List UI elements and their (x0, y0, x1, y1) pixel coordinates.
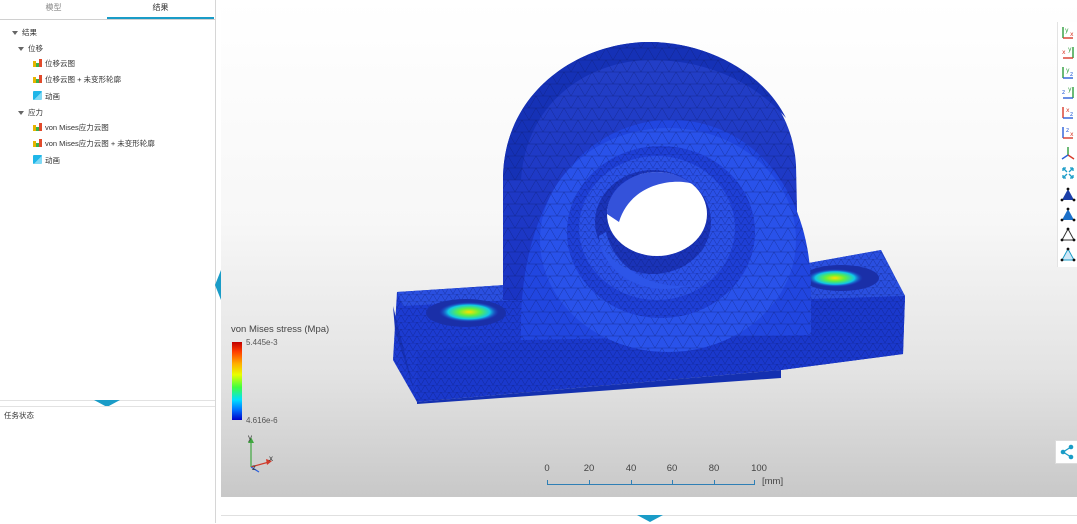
collapse-handle[interactable] (94, 400, 120, 409)
svg-text:y: y (1065, 27, 1069, 34)
tree-item-label: 动画 (45, 156, 60, 165)
tree-item-displacement-contour[interactable]: 位移云图 (33, 57, 75, 71)
axis-label-x: x (269, 454, 273, 463)
svg-text:y: y (1068, 46, 1072, 53)
scale-tick (547, 480, 548, 485)
left-panel: 模型 结果 结果 位移 位移云图 位移云图 + 未变形轮廓 动画 应力 von … (0, 0, 216, 523)
tab-model[interactable]: 模型 (0, 0, 107, 17)
scale-tick (631, 480, 632, 485)
contour-plot-icon (33, 138, 42, 147)
scale-label: 20 (583, 463, 595, 474)
tree-item-label: von Mises应力云图 (45, 123, 109, 132)
svg-text:x: x (1070, 131, 1074, 138)
task-status-title: 任务状态 (4, 411, 34, 420)
view-front-icon: yx (1062, 27, 1074, 39)
tree-item-displacement-animation[interactable]: 动画 (33, 90, 60, 104)
scale-tick (714, 480, 715, 485)
scale-label: 80 (708, 463, 720, 474)
contour-plot-icon (33, 58, 42, 67)
chevron-down-icon[interactable] (18, 47, 24, 52)
svg-text:z: z (1066, 127, 1069, 134)
display-mesh-button[interactable] (1059, 246, 1077, 264)
scale-tick (754, 480, 755, 485)
share-icon (1060, 444, 1074, 460)
svg-text:x: x (1062, 49, 1066, 56)
svg-text:z: z (1070, 111, 1073, 118)
view-left-icon: xz (1062, 107, 1073, 119)
bearing-boss (540, 128, 796, 352)
bottom-panel-bar (221, 497, 1077, 523)
display-shaded-edges-icon (1060, 207, 1076, 222)
tree-node-label: 位移 (28, 44, 43, 53)
scale-label: 60 (666, 463, 678, 474)
chevron-down-icon[interactable] (12, 31, 18, 36)
legend-title: von Mises stress (Mpa) (231, 324, 330, 335)
scale-label: 100 (751, 463, 767, 474)
3d-viewport[interactable]: von Mises stress (Mpa) 5.445e-3 4.616e-6… (221, 0, 1077, 497)
tree-item-stress-contour[interactable]: von Mises应力云图 (33, 121, 109, 135)
chevron-down-icon[interactable] (18, 111, 24, 116)
fit-view-icon (1062, 167, 1074, 179)
svg-text:y: y (1068, 86, 1072, 93)
display-mesh-icon (1060, 247, 1076, 262)
axis-label-z: z (252, 463, 256, 472)
svg-text:x: x (1070, 31, 1074, 38)
view-top-icon: yz (1062, 67, 1073, 79)
tree-node-displacement[interactable]: 位移 (18, 42, 43, 56)
scale-tick (589, 480, 590, 485)
tree-item-label: 位移云图 + 未变形轮廓 (45, 75, 122, 84)
view-toolbar: yx xy yz zy xz zx (1057, 22, 1077, 267)
view-right-button[interactable]: zx (1059, 124, 1077, 142)
tree-node-results[interactable]: 结果 (12, 26, 37, 40)
view-right-icon: zx (1062, 127, 1074, 139)
display-shaded-edges-button[interactable] (1059, 206, 1077, 224)
scale-line (547, 484, 754, 485)
display-shaded-button[interactable] (1059, 186, 1077, 204)
svg-text:z: z (1070, 71, 1073, 78)
tree-node-label: 应力 (28, 108, 43, 117)
legend-color-bar (232, 342, 242, 420)
view-back-icon: xy (1062, 46, 1074, 59)
view-bottom-button[interactable]: zy (1059, 84, 1077, 102)
animation-icon (33, 155, 42, 164)
fit-view-button[interactable] (1059, 164, 1077, 182)
tree-item-stress-animation[interactable]: 动画 (33, 154, 60, 168)
tree-item-label: von Mises应力云图 + 未变形轮廓 (45, 139, 155, 148)
share-button[interactable] (1055, 440, 1077, 464)
view-iso-button[interactable] (1059, 144, 1077, 162)
axis-label-y: y (248, 433, 252, 442)
view-back-button[interactable]: xy (1059, 44, 1077, 62)
tree-item-label: 位移云图 (45, 59, 75, 68)
panel-divider (0, 406, 215, 407)
legend-max-value: 5.445e-3 (246, 338, 278, 347)
display-wireframe-icon (1060, 227, 1076, 242)
display-shaded-icon (1060, 187, 1076, 202)
animation-icon (33, 91, 42, 100)
view-iso-icon (1061, 147, 1075, 160)
fea-model-render (393, 42, 905, 404)
scale-unit: [mm] (762, 476, 784, 487)
scale-label: 40 (625, 463, 637, 474)
tree-item-displacement-contour-undeformed[interactable]: 位移云图 + 未变形轮廓 (33, 73, 121, 87)
contour-plot-icon (33, 122, 42, 131)
legend-min-value: 4.616e-6 (246, 416, 278, 425)
view-top-button[interactable]: yz (1059, 64, 1077, 82)
scale-label: 0 (544, 463, 550, 474)
view-front-button[interactable]: yx (1059, 24, 1077, 42)
scale-bar: 0 20 40 60 80 100 [mm] (541, 463, 801, 493)
display-wireframe-button[interactable] (1059, 226, 1077, 244)
tab-bar: 模型 结果 (0, 0, 215, 20)
triangle-down-icon[interactable] (637, 515, 663, 522)
view-left-button[interactable]: xz (1059, 104, 1077, 122)
tree-node-stress[interactable]: 应力 (18, 106, 43, 120)
tree-node-label: 结果 (22, 28, 37, 37)
contour-plot-icon (33, 74, 42, 83)
scale-tick (672, 480, 673, 485)
tree-item-stress-contour-undeformed[interactable]: von Mises应力云图 + 未变形轮廓 (33, 137, 155, 151)
tab-results[interactable]: 结果 (107, 0, 214, 19)
svg-text:z: z (1062, 89, 1065, 96)
tree-item-label: 动画 (45, 92, 60, 101)
view-bottom-icon: zy (1062, 86, 1074, 99)
